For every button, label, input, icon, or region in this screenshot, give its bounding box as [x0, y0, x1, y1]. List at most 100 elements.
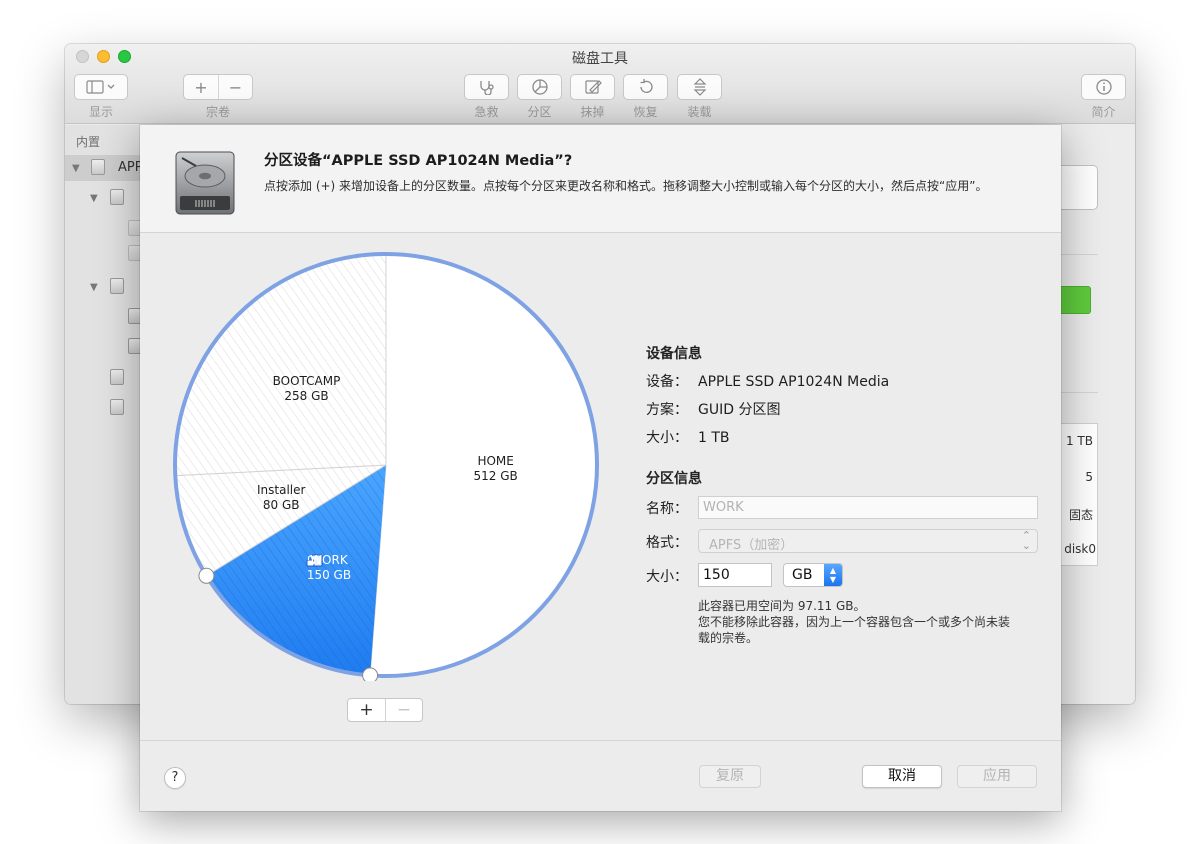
partition-label-installer: Installer 80 GB [211, 483, 351, 513]
cancel-button[interactable]: 取消 [862, 765, 942, 788]
view-toolbar-group: 显示 [74, 74, 128, 120]
partition-slice-bootcamp[interactable] [174, 253, 387, 477]
stethoscope-icon [465, 75, 508, 99]
partition-name: HOME [477, 454, 514, 469]
restore-label: 恢复 [633, 105, 658, 119]
disk-icon [91, 159, 105, 175]
child-count-value: 5 [1085, 470, 1093, 484]
erase-button[interactable] [570, 74, 615, 100]
up-down-chevron-icon: ⌃ ⌄ [1021, 529, 1031, 552]
scheme-key: 方案： [646, 402, 688, 418]
resize-handle[interactable] [198, 567, 215, 584]
disclosure-triangle-icon[interactable]: ▼ [72, 163, 80, 174]
add-partition-button[interactable]: + [348, 699, 385, 721]
remove-partition-button[interactable]: − [385, 699, 422, 721]
info-button[interactable] [1081, 74, 1126, 100]
mount-icon [678, 75, 721, 99]
volume-label: 宗卷 [205, 105, 230, 119]
size-value: 1 TB [698, 430, 730, 446]
format-value: APFS（加密） [709, 538, 794, 553]
name-label: 名称： [646, 501, 688, 517]
partition-add-remove-control: + − [347, 698, 423, 722]
size-unit-value: GB [792, 567, 813, 583]
sheet-footer: ? 复原 取消 应用 [140, 740, 1061, 811]
device-info-header: 设备信息 [646, 346, 702, 362]
mount-toolbar-group: 装载 [677, 74, 722, 120]
disclosure-triangle-icon[interactable]: ▼ [90, 282, 98, 293]
partition-name-field[interactable] [698, 496, 1038, 519]
cannot-remove-note-line1: 您不能移除此容器，因为上一个容器包含一个或多个尚未装 [698, 615, 1011, 629]
info-toolbar-group: 简介 [1081, 74, 1126, 120]
partition-toolbar-group: 分区 [517, 74, 562, 120]
partition-label-home: HOME 512 GB [426, 454, 566, 484]
hard-drive-icon [175, 151, 235, 215]
revert-button[interactable]: 复原 [699, 765, 761, 788]
device-value: disk0 [1064, 542, 1096, 556]
view-button[interactable] [74, 74, 128, 100]
size-label: 大小： [646, 569, 688, 585]
remove-volume-button[interactable]: − [218, 75, 252, 99]
divider [1061, 254, 1098, 255]
erase-label: 抹掉 [580, 105, 605, 119]
container-icon[interactable] [110, 189, 124, 205]
format-select[interactable]: APFS（加密） ⌃ ⌄ [698, 529, 1038, 553]
partition-name: WORK [310, 552, 348, 567]
window-titlebar: 磁盘工具 显示 + − 宗卷 急救 分区 抹掉 恢复 装载 简介 [65, 44, 1135, 124]
used-space-note: 此容器已用空间为 97.11 GB。 [698, 599, 866, 613]
partition-size: 512 GB [473, 469, 518, 484]
partition-label-work: WORK 150 GB [259, 553, 399, 583]
partition-sheet: 分区设备“APPLE SSD AP1024N Media”? 点按添加 (+) … [140, 125, 1061, 811]
mount-label: 装载 [687, 105, 712, 119]
resize-handle[interactable] [362, 667, 379, 681]
info-label: 简介 [1091, 105, 1116, 119]
apply-button[interactable]: 应用 [957, 765, 1037, 788]
cannot-remove-note-line2: 载的宗卷。 [698, 631, 759, 645]
partition-size: 150 GB [306, 567, 352, 582]
size-unit-select[interactable]: GB ▲ ▼ [783, 563, 843, 587]
format-label: 格式： [646, 535, 688, 551]
device-key: 设备： [646, 374, 688, 390]
disclosure-triangle-icon[interactable]: ▼ [90, 193, 98, 204]
sheet-description: 点按添加 (+) 来增加设备上的分区数量。点按每个分区来更改名称和格式。拖移调整… [264, 179, 988, 193]
partition-size-field[interactable] [698, 563, 772, 587]
add-volume-button[interactable]: + [184, 75, 218, 99]
device-row: 设备： APPLE SSD AP1024N Media [646, 371, 889, 391]
scheme-value: GUID 分区图 [698, 402, 781, 418]
size-key: 大小： [646, 430, 688, 446]
window-title: 磁盘工具 [572, 51, 628, 67]
volume-icon[interactable] [110, 369, 124, 385]
view-label: 显示 [88, 105, 113, 119]
mount-button[interactable] [677, 74, 722, 100]
volume-icon[interactable] [110, 399, 124, 415]
device-value: APPLE SSD AP1024N Media [698, 374, 890, 390]
container-icon[interactable] [110, 278, 124, 294]
partition-label-bootcamp: BOOTCAMP 258 GB [236, 374, 376, 404]
sidebar: 内置 ▼ APPLE ▼ ▼ [65, 125, 158, 704]
first-aid-button[interactable] [464, 74, 509, 100]
restore-icon [624, 75, 667, 99]
divider [1061, 392, 1098, 393]
sidebar-section-internal: 内置 [76, 135, 101, 149]
pie-chart-icon [518, 75, 561, 99]
first-aid-label: 急救 [474, 105, 499, 119]
erase-toolbar-group: 抹掉 [570, 74, 615, 120]
stepper-arrows-icon: ▲ ▼ [824, 564, 842, 586]
partition-info-header: 分区信息 [646, 471, 702, 487]
type-value: 固态 [1068, 508, 1093, 522]
capacity-value: 1 TB [1065, 434, 1093, 448]
partition-button[interactable] [517, 74, 562, 100]
partition-size: 80 GB [262, 497, 300, 512]
sheet-header: 分区设备“APPLE SSD AP1024N Media”? 点按添加 (+) … [140, 125, 1061, 233]
erase-icon [571, 75, 614, 99]
help-button[interactable]: ? [164, 767, 186, 789]
info-icon [1082, 75, 1125, 99]
scheme-row: 方案： GUID 分区图 [646, 399, 780, 419]
disk-info-table: 1 TB 5 固态 disk0 [1061, 423, 1098, 566]
device-size-row: 大小： 1 TB [646, 427, 730, 447]
volume-toolbar-group: + − 宗卷 [183, 74, 253, 120]
partition-name: BOOTCAMP [272, 374, 341, 389]
first-aid-toolbar-group: 急救 [464, 74, 509, 120]
capacity-bar [1061, 165, 1098, 210]
partition-size: 258 GB [284, 389, 329, 404]
restore-button[interactable] [623, 74, 668, 100]
